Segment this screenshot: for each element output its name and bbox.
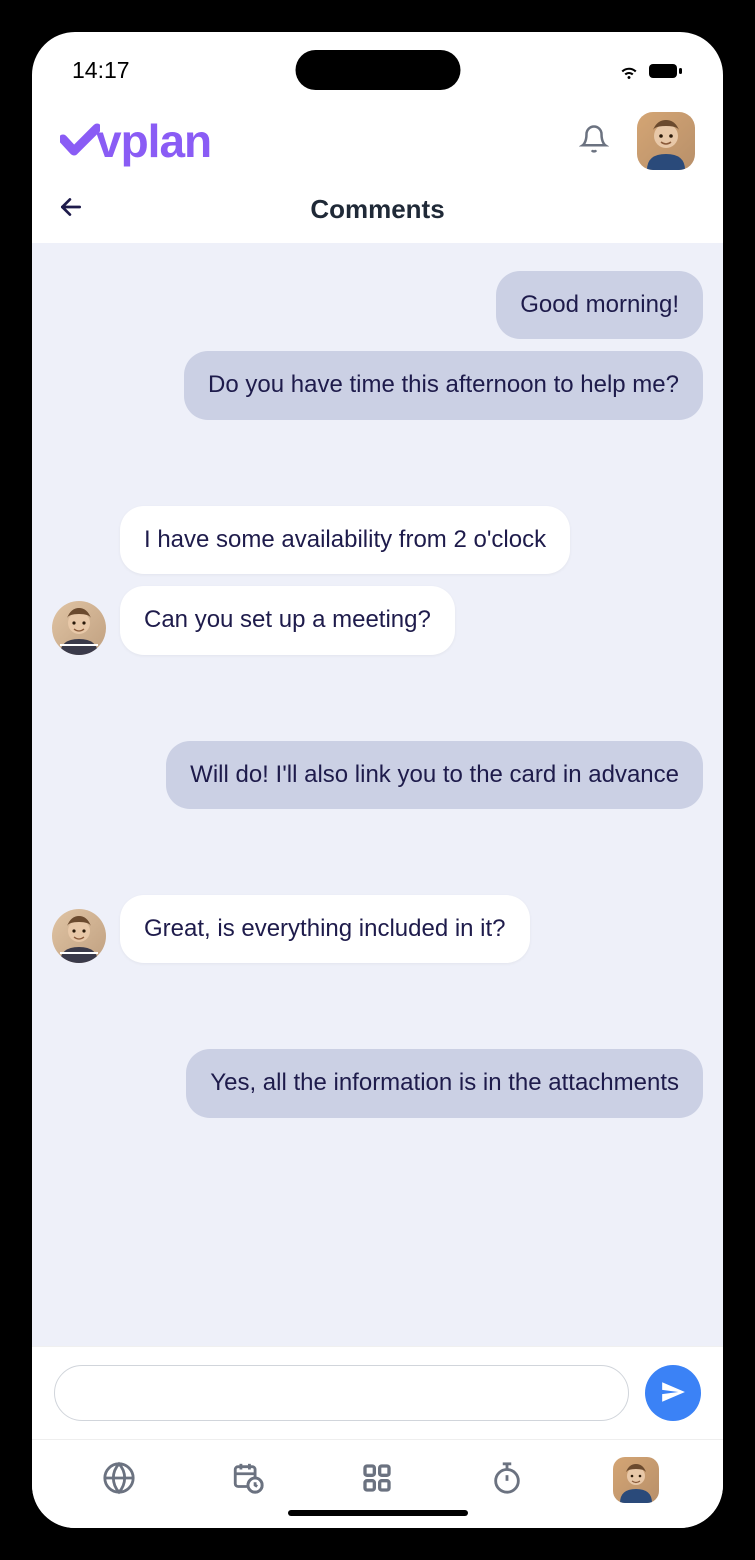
logo-check-icon xyxy=(60,116,100,170)
grid-icon xyxy=(361,1462,393,1499)
message-input[interactable] xyxy=(54,1365,629,1421)
nav-globe[interactable] xyxy=(95,1456,143,1504)
message-group: Yes, all the information is in the attac… xyxy=(52,1049,703,1117)
message-row: Great, is everything included in it? xyxy=(52,895,530,963)
globe-icon xyxy=(102,1461,136,1500)
nav-profile[interactable] xyxy=(612,1456,660,1504)
user-avatar[interactable] xyxy=(637,112,695,170)
sender-avatar[interactable] xyxy=(52,909,106,963)
back-button[interactable] xyxy=(56,194,86,225)
nav-avatar xyxy=(613,1457,659,1503)
message-bubble[interactable]: Do you have time this afternoon to help … xyxy=(184,351,703,419)
stopwatch-icon xyxy=(490,1461,524,1500)
message-row: Can you set up a meeting? xyxy=(52,586,455,654)
message-group: Great, is everything included in it? xyxy=(52,895,703,963)
wifi-icon xyxy=(617,61,641,81)
sender-avatar[interactable] xyxy=(52,601,106,655)
notification-bell-icon[interactable] xyxy=(579,122,609,161)
home-indicator[interactable] xyxy=(288,1510,468,1516)
page-title: Comments xyxy=(56,194,699,225)
phone-notch xyxy=(295,50,460,90)
message-row: I have some availability from 2 o'clock xyxy=(52,506,570,574)
phone-frame: 14:17 vplan xyxy=(20,20,735,1540)
nav-calendar[interactable] xyxy=(224,1456,272,1504)
brand-name: vplan xyxy=(96,114,211,168)
send-icon xyxy=(660,1379,686,1408)
status-icons xyxy=(617,61,683,81)
message-group: Good morning! Do you have time this afte… xyxy=(52,271,703,420)
brand-logo[interactable]: vplan xyxy=(60,114,211,168)
nav-timer[interactable] xyxy=(483,1456,531,1504)
message-bubble[interactable]: I have some availability from 2 o'clock xyxy=(120,506,570,574)
status-time: 14:17 xyxy=(72,57,130,84)
input-bar xyxy=(32,1346,723,1439)
send-button[interactable] xyxy=(645,1365,701,1421)
message-group: I have some availability from 2 o'clock … xyxy=(52,506,703,655)
message-bubble[interactable]: Can you set up a meeting? xyxy=(120,586,455,654)
message-bubble[interactable]: Great, is everything included in it? xyxy=(120,895,530,963)
chat-area[interactable]: Good morning! Do you have time this afte… xyxy=(32,243,723,1346)
nav-grid[interactable] xyxy=(353,1456,401,1504)
message-bubble[interactable]: Will do! I'll also link you to the card … xyxy=(166,741,703,809)
page-header: Comments xyxy=(32,182,723,243)
message-group: Will do! I'll also link you to the card … xyxy=(52,741,703,809)
message-bubble[interactable]: Good morning! xyxy=(496,271,703,339)
calendar-clock-icon xyxy=(231,1461,265,1500)
battery-icon xyxy=(649,63,683,79)
app-header: vplan xyxy=(32,97,723,182)
message-bubble[interactable]: Yes, all the information is in the attac… xyxy=(186,1049,703,1117)
